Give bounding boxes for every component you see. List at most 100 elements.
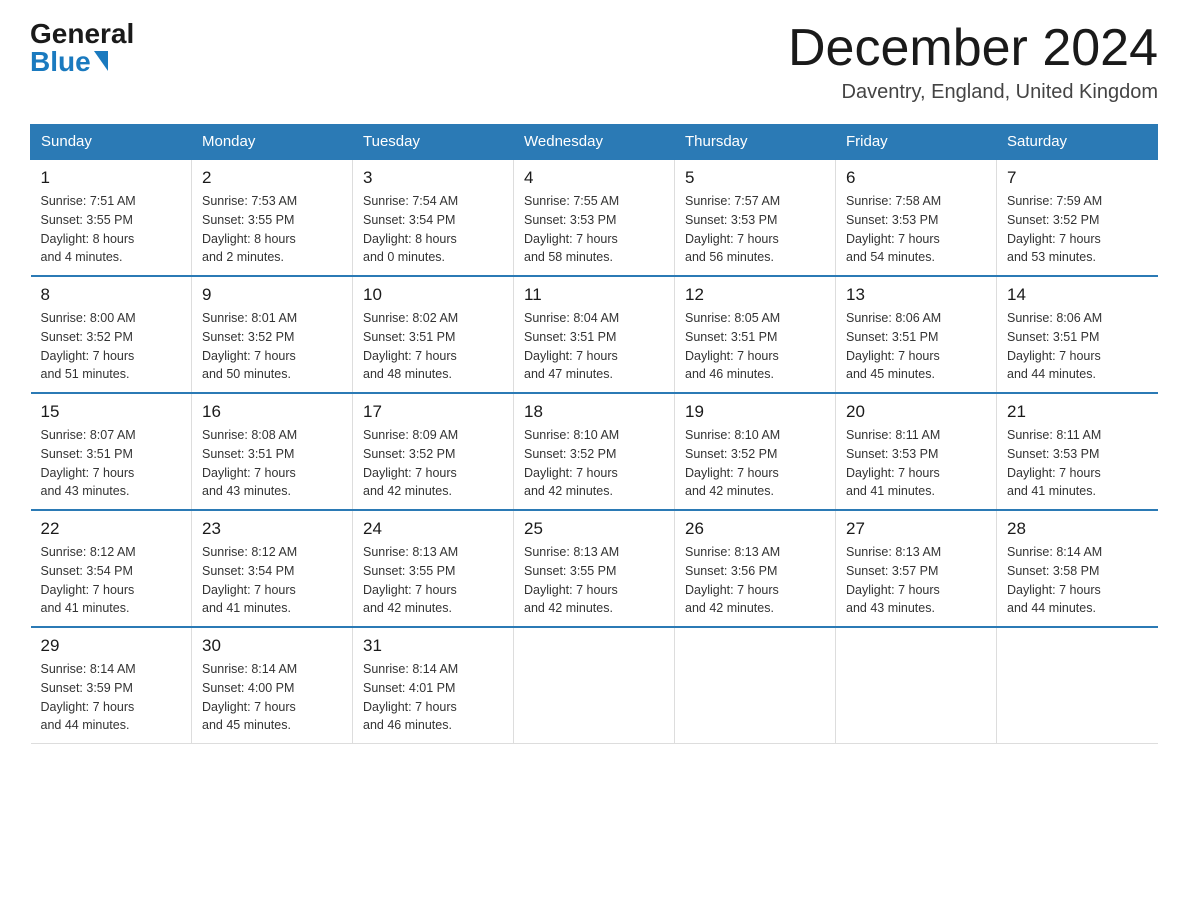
- calendar-cell: 12 Sunrise: 8:05 AMSunset: 3:51 PMDaylig…: [675, 276, 836, 393]
- calendar-cell: 1 Sunrise: 7:51 AMSunset: 3:55 PMDayligh…: [31, 159, 192, 276]
- day-info: Sunrise: 7:58 AMSunset: 3:53 PMDaylight:…: [846, 192, 986, 267]
- day-number: 7: [1007, 168, 1148, 188]
- day-info: Sunrise: 8:14 AMSunset: 4:00 PMDaylight:…: [202, 660, 342, 735]
- header-friday: Friday: [836, 125, 997, 160]
- day-number: 27: [846, 519, 986, 539]
- calendar-cell: 29 Sunrise: 8:14 AMSunset: 3:59 PMDaylig…: [31, 627, 192, 744]
- page-header: General Blue December 2024 Daventry, Eng…: [30, 20, 1158, 104]
- calendar-cell: 24 Sunrise: 8:13 AMSunset: 3:55 PMDaylig…: [353, 510, 514, 627]
- day-info: Sunrise: 7:55 AMSunset: 3:53 PMDaylight:…: [524, 192, 664, 267]
- day-number: 11: [524, 285, 664, 305]
- day-number: 12: [685, 285, 825, 305]
- day-info: Sunrise: 8:01 AMSunset: 3:52 PMDaylight:…: [202, 309, 342, 384]
- day-number: 24: [363, 519, 503, 539]
- day-number: 13: [846, 285, 986, 305]
- calendar-cell: 14 Sunrise: 8:06 AMSunset: 3:51 PMDaylig…: [997, 276, 1158, 393]
- calendar-cell: 18 Sunrise: 8:10 AMSunset: 3:52 PMDaylig…: [514, 393, 675, 510]
- day-info: Sunrise: 8:02 AMSunset: 3:51 PMDaylight:…: [363, 309, 503, 384]
- day-number: 20: [846, 402, 986, 422]
- day-info: Sunrise: 8:07 AMSunset: 3:51 PMDaylight:…: [41, 426, 182, 501]
- calendar-cell: 26 Sunrise: 8:13 AMSunset: 3:56 PMDaylig…: [675, 510, 836, 627]
- day-number: 16: [202, 402, 342, 422]
- calendar-cell: 21 Sunrise: 8:11 AMSunset: 3:53 PMDaylig…: [997, 393, 1158, 510]
- calendar-cell: 13 Sunrise: 8:06 AMSunset: 3:51 PMDaylig…: [836, 276, 997, 393]
- calendar-cell: 27 Sunrise: 8:13 AMSunset: 3:57 PMDaylig…: [836, 510, 997, 627]
- day-info: Sunrise: 8:12 AMSunset: 3:54 PMDaylight:…: [41, 543, 182, 618]
- calendar-table: SundayMondayTuesdayWednesdayThursdayFrid…: [30, 124, 1158, 744]
- calendar-cell: 31 Sunrise: 8:14 AMSunset: 4:01 PMDaylig…: [353, 627, 514, 744]
- day-info: Sunrise: 7:51 AMSunset: 3:55 PMDaylight:…: [41, 192, 182, 267]
- day-number: 21: [1007, 402, 1148, 422]
- day-info: Sunrise: 8:13 AMSunset: 3:55 PMDaylight:…: [524, 543, 664, 618]
- calendar-header-row: SundayMondayTuesdayWednesdayThursdayFrid…: [31, 125, 1158, 160]
- week-row-4: 22 Sunrise: 8:12 AMSunset: 3:54 PMDaylig…: [31, 510, 1158, 627]
- day-number: 4: [524, 168, 664, 188]
- header-sunday: Sunday: [31, 125, 192, 160]
- day-info: Sunrise: 7:54 AMSunset: 3:54 PMDaylight:…: [363, 192, 503, 267]
- day-number: 3: [363, 168, 503, 188]
- day-number: 28: [1007, 519, 1148, 539]
- day-info: Sunrise: 8:10 AMSunset: 3:52 PMDaylight:…: [524, 426, 664, 501]
- day-info: Sunrise: 8:06 AMSunset: 3:51 PMDaylight:…: [1007, 309, 1148, 384]
- calendar-cell: 25 Sunrise: 8:13 AMSunset: 3:55 PMDaylig…: [514, 510, 675, 627]
- calendar-cell: 6 Sunrise: 7:58 AMSunset: 3:53 PMDayligh…: [836, 159, 997, 276]
- day-number: 14: [1007, 285, 1148, 305]
- day-info: Sunrise: 8:10 AMSunset: 3:52 PMDaylight:…: [685, 426, 825, 501]
- calendar-cell: 5 Sunrise: 7:57 AMSunset: 3:53 PMDayligh…: [675, 159, 836, 276]
- day-info: Sunrise: 8:13 AMSunset: 3:55 PMDaylight:…: [363, 543, 503, 618]
- day-number: 5: [685, 168, 825, 188]
- day-number: 19: [685, 402, 825, 422]
- calendar-cell: 2 Sunrise: 7:53 AMSunset: 3:55 PMDayligh…: [192, 159, 353, 276]
- header-wednesday: Wednesday: [514, 125, 675, 160]
- week-row-1: 1 Sunrise: 7:51 AMSunset: 3:55 PMDayligh…: [31, 159, 1158, 276]
- day-info: Sunrise: 7:53 AMSunset: 3:55 PMDaylight:…: [202, 192, 342, 267]
- calendar-cell: 17 Sunrise: 8:09 AMSunset: 3:52 PMDaylig…: [353, 393, 514, 510]
- day-info: Sunrise: 8:09 AMSunset: 3:52 PMDaylight:…: [363, 426, 503, 501]
- week-row-5: 29 Sunrise: 8:14 AMSunset: 3:59 PMDaylig…: [31, 627, 1158, 744]
- day-info: Sunrise: 7:57 AMSunset: 3:53 PMDaylight:…: [685, 192, 825, 267]
- day-info: Sunrise: 8:11 AMSunset: 3:53 PMDaylight:…: [846, 426, 986, 501]
- title-area: December 2024 Daventry, England, United …: [788, 20, 1158, 104]
- day-info: Sunrise: 8:13 AMSunset: 3:56 PMDaylight:…: [685, 543, 825, 618]
- logo-general-text: General: [30, 20, 134, 48]
- header-saturday: Saturday: [997, 125, 1158, 160]
- calendar-cell: [997, 627, 1158, 744]
- calendar-cell: 7 Sunrise: 7:59 AMSunset: 3:52 PMDayligh…: [997, 159, 1158, 276]
- calendar-cell: 4 Sunrise: 7:55 AMSunset: 3:53 PMDayligh…: [514, 159, 675, 276]
- calendar-cell: 8 Sunrise: 8:00 AMSunset: 3:52 PMDayligh…: [31, 276, 192, 393]
- day-number: 2: [202, 168, 342, 188]
- calendar-cell: 30 Sunrise: 8:14 AMSunset: 4:00 PMDaylig…: [192, 627, 353, 744]
- logo-blue-text: Blue: [30, 48, 108, 76]
- logo-triangle-icon: [94, 51, 108, 71]
- calendar-cell: 23 Sunrise: 8:12 AMSunset: 3:54 PMDaylig…: [192, 510, 353, 627]
- day-number: 10: [363, 285, 503, 305]
- day-number: 9: [202, 285, 342, 305]
- day-number: 25: [524, 519, 664, 539]
- day-info: Sunrise: 8:00 AMSunset: 3:52 PMDaylight:…: [41, 309, 182, 384]
- calendar-cell: [514, 627, 675, 744]
- calendar-cell: 16 Sunrise: 8:08 AMSunset: 3:51 PMDaylig…: [192, 393, 353, 510]
- day-info: Sunrise: 8:14 AMSunset: 3:58 PMDaylight:…: [1007, 543, 1148, 618]
- month-title: December 2024: [788, 20, 1158, 77]
- day-number: 1: [41, 168, 182, 188]
- calendar-cell: [675, 627, 836, 744]
- calendar-cell: 28 Sunrise: 8:14 AMSunset: 3:58 PMDaylig…: [997, 510, 1158, 627]
- calendar-cell: 11 Sunrise: 8:04 AMSunset: 3:51 PMDaylig…: [514, 276, 675, 393]
- day-info: Sunrise: 8:06 AMSunset: 3:51 PMDaylight:…: [846, 309, 986, 384]
- calendar-cell: 20 Sunrise: 8:11 AMSunset: 3:53 PMDaylig…: [836, 393, 997, 510]
- week-row-3: 15 Sunrise: 8:07 AMSunset: 3:51 PMDaylig…: [31, 393, 1158, 510]
- day-number: 22: [41, 519, 182, 539]
- header-tuesday: Tuesday: [353, 125, 514, 160]
- day-number: 17: [363, 402, 503, 422]
- calendar-cell: 3 Sunrise: 7:54 AMSunset: 3:54 PMDayligh…: [353, 159, 514, 276]
- day-number: 29: [41, 636, 182, 656]
- calendar-cell: 10 Sunrise: 8:02 AMSunset: 3:51 PMDaylig…: [353, 276, 514, 393]
- calendar-cell: 9 Sunrise: 8:01 AMSunset: 3:52 PMDayligh…: [192, 276, 353, 393]
- day-number: 8: [41, 285, 182, 305]
- day-info: Sunrise: 8:08 AMSunset: 3:51 PMDaylight:…: [202, 426, 342, 501]
- day-info: Sunrise: 7:59 AMSunset: 3:52 PMDaylight:…: [1007, 192, 1148, 267]
- day-info: Sunrise: 8:14 AMSunset: 3:59 PMDaylight:…: [41, 660, 182, 735]
- day-info: Sunrise: 8:11 AMSunset: 3:53 PMDaylight:…: [1007, 426, 1148, 501]
- calendar-cell: 19 Sunrise: 8:10 AMSunset: 3:52 PMDaylig…: [675, 393, 836, 510]
- day-number: 23: [202, 519, 342, 539]
